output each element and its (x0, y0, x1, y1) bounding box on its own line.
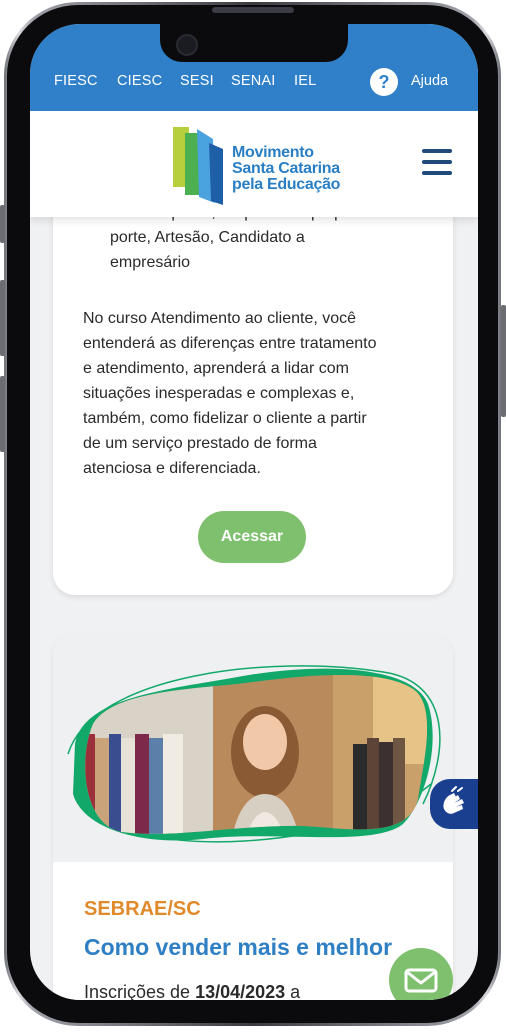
nav-link-ciesc[interactable]: CIESC (117, 73, 162, 89)
description-line: atenciosa e diferenciada. (83, 460, 261, 477)
phone-side-button (0, 280, 5, 356)
access-button[interactable]: Acessar (198, 511, 306, 563)
hamburger-menu-icon[interactable] (422, 149, 452, 179)
envelope-icon[interactable] (389, 948, 453, 1000)
description-line: entenderá as diferenças entre tratamento (83, 335, 377, 352)
dates-prefix: Inscrições de (84, 982, 196, 1000)
logo-line: Santa Catarina (232, 160, 340, 177)
course-illustration (67, 665, 441, 843)
front-camera (176, 34, 198, 56)
description-line: de um serviço prestado de forma (83, 435, 317, 452)
course-description: No curso Atendimento ao cliente, você en… (83, 306, 377, 481)
nav-link-iel[interactable]: IEL (294, 73, 316, 89)
phone-notch (160, 24, 348, 62)
logo-text[interactable]: Movimento Santa Catarina pela Educação (232, 145, 340, 193)
site-header: Movimento Santa Catarina pela Educação (30, 111, 478, 217)
phone-side-button (0, 205, 5, 243)
course-card: SEBRAE/SC Como vender mais e melhor Insc… (53, 634, 453, 1000)
course-organization: SEBRAE/SC (84, 898, 201, 920)
help-icon[interactable]: ? (370, 68, 398, 96)
dates-start: 13/04/2023 (195, 982, 286, 1000)
description-line: No curso Atendimento ao cliente, você (83, 310, 357, 327)
course-image[interactable] (53, 634, 453, 862)
phone-side-button (0, 376, 5, 452)
audience-text: porte, Artesão, Candidato a empresário (110, 225, 305, 275)
logo-line: pela Educação (232, 176, 341, 193)
sign-language-icon[interactable] (430, 779, 478, 829)
help-link[interactable]: Ajuda (411, 73, 448, 89)
description-line: também, como fidelizar o cliente a parti… (83, 410, 367, 427)
nav-link-senai[interactable]: SENAI (231, 73, 276, 89)
dates-suffix: a (285, 982, 301, 1000)
audience-line: porte, Artesão, Candidato a (110, 229, 305, 246)
course-title[interactable]: Como vender mais e melhor (84, 934, 392, 961)
logo-line: Movimento (232, 144, 314, 161)
nav-link-fiesc[interactable]: FIESC (54, 73, 98, 89)
nav-link-sesi[interactable]: SESI (180, 73, 214, 89)
logo-icon[interactable] (171, 125, 225, 205)
phone-screen: FIESC CIESC SESI SENAI IEL ? Ajuda Movim… (30, 24, 478, 1000)
phone-speaker (212, 7, 294, 13)
registration-dates: Inscrições de 13/04/2023 a (84, 982, 300, 1000)
audience-line: empresário (110, 254, 191, 271)
description-line: situações inesperadas e complexas e, (83, 385, 355, 402)
phone-side-button (501, 305, 506, 417)
description-line: e atendimento, aprenderá a lidar com (83, 360, 349, 377)
